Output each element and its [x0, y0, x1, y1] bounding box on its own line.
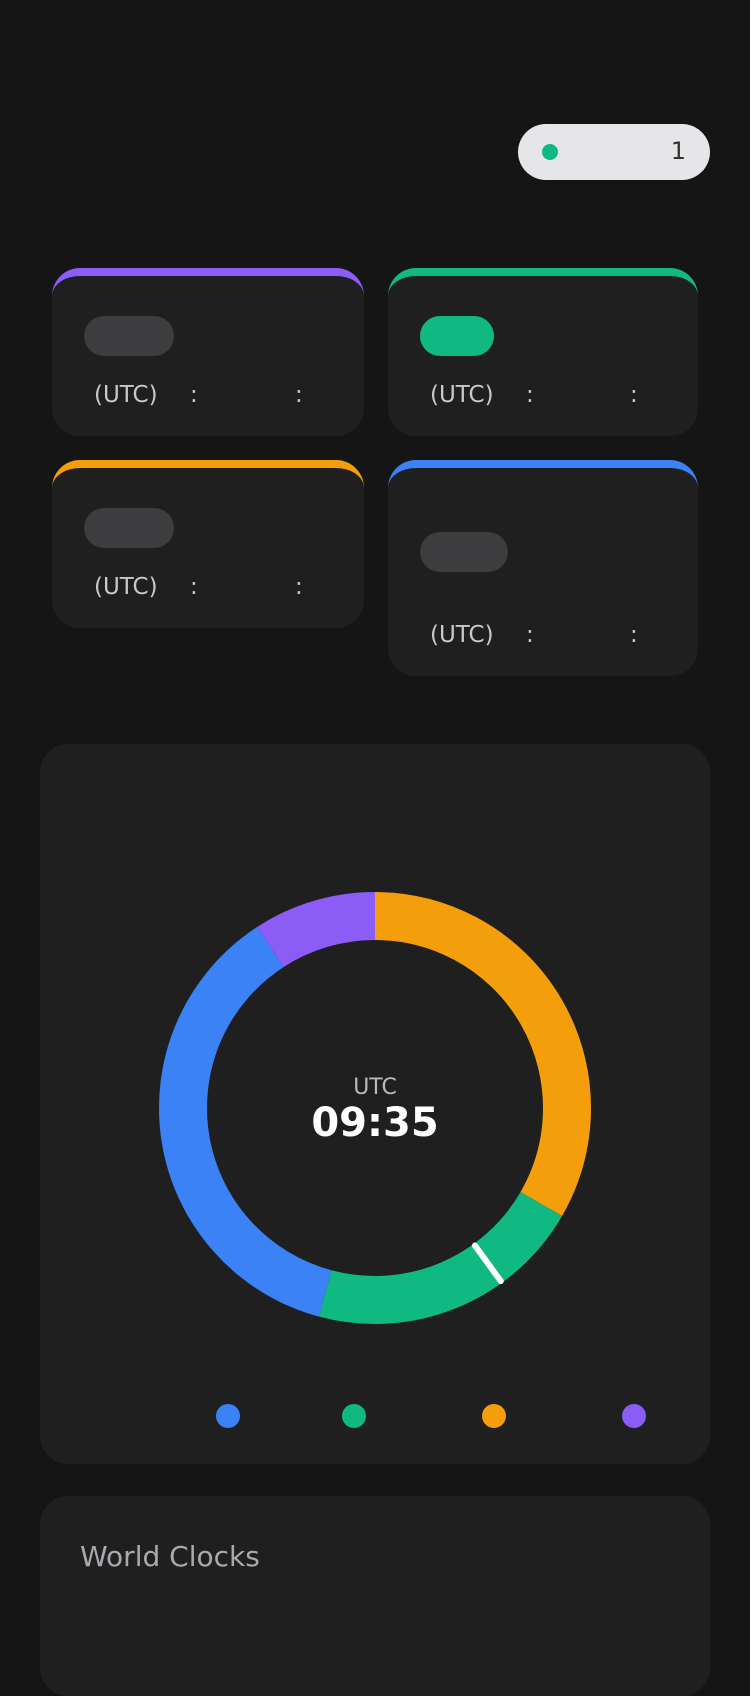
zone-label: (UTC): [430, 622, 494, 648]
zone-card-3[interactable]: (UTC) : :: [52, 460, 364, 628]
time-separator: :: [190, 382, 198, 408]
legend-dot-orange: [482, 1404, 506, 1428]
legend-dot-blue: [216, 1404, 240, 1428]
zone-card-1[interactable]: (UTC) : :: [52, 268, 364, 436]
status-dot-icon: [542, 144, 558, 160]
time-separator: :: [630, 622, 638, 648]
zone-chip[interactable]: [84, 316, 174, 356]
zone-chip-active[interactable]: [420, 316, 494, 356]
world-clocks-section: World Clocks: [40, 1496, 710, 1696]
legend-dot-purple: [622, 1404, 646, 1428]
world-clocks-title: World Clocks: [80, 1540, 260, 1573]
zone-chip[interactable]: [84, 508, 174, 548]
clock-dial[interactable]: UTC09:35: [40, 744, 710, 1464]
clock-dial-panel: UTC 09:35: [40, 744, 710, 1464]
time-separator: :: [190, 574, 198, 600]
dial-time: 09:35: [311, 1100, 438, 1146]
time-separator: :: [295, 382, 303, 408]
time-separator: :: [630, 382, 638, 408]
dial-segment-1: [374, 892, 591, 1216]
status-pill[interactable]: 1: [518, 124, 710, 180]
zone-label: (UTC): [430, 382, 494, 408]
status-count: 1: [670, 137, 686, 165]
dial-segment-2: [319, 1191, 563, 1324]
zone-label: (UTC): [94, 574, 158, 600]
time-separator: :: [295, 574, 303, 600]
dial-segment-4: [257, 892, 376, 968]
zone-card-4[interactable]: (UTC) : :: [388, 460, 698, 676]
dial-zone-label: UTC: [353, 1075, 397, 1100]
zone-chip[interactable]: [420, 532, 508, 572]
time-separator: :: [526, 622, 534, 648]
legend-dot-green: [342, 1404, 366, 1428]
dial-segment-3: [159, 926, 332, 1317]
zone-card-2[interactable]: (UTC) : :: [388, 268, 698, 436]
time-separator: :: [526, 382, 534, 408]
zone-label: (UTC): [94, 382, 158, 408]
